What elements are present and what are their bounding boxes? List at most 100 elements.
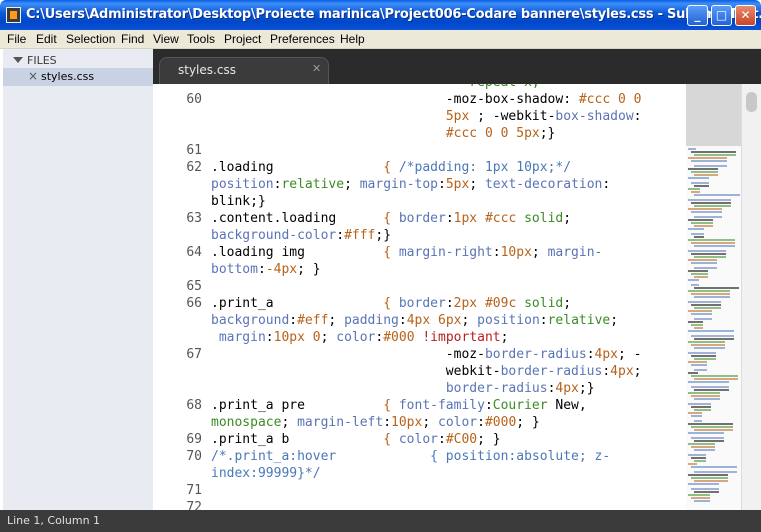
minimap-line <box>688 228 704 230</box>
menu-view[interactable]: View <box>153 32 179 46</box>
minimap-line <box>694 245 735 247</box>
code-token: color <box>398 432 438 447</box>
code-token: text-decoration <box>484 177 603 192</box>
minimize-button[interactable]: _ <box>687 5 708 26</box>
code-token: { <box>304 398 399 413</box>
code-editor[interactable]: repeat x; 60 -moz-box-shadow: #ccc 0 0 5p… <box>153 84 761 510</box>
file-close-icon[interactable]: × <box>28 69 38 83</box>
code-line[interactable]: monospace; margin-left:10px; color:#000;… <box>153 415 686 432</box>
menu-preferences[interactable]: Preferences <box>270 32 335 46</box>
menu-bar: File Edit Selection Find View Tools Proj… <box>0 30 761 49</box>
line-number: 68 <box>186 398 202 413</box>
code-line[interactable]: index:99999}*/ <box>153 466 686 483</box>
minimap-line <box>688 321 703 323</box>
code-line[interactable]: webkit-border-radius:4px; <box>153 364 686 381</box>
code-token: .print_a <box>211 296 274 311</box>
minimap-line <box>694 327 703 329</box>
minimap-line <box>694 154 736 156</box>
code-line[interactable]: 70 /*.print_a:hover { position:absolute; … <box>153 449 686 466</box>
sidebar-file-item[interactable]: × styles.css <box>3 68 153 86</box>
code-line[interactable]: 61 <box>153 143 686 160</box>
files-header: FILES <box>27 54 57 67</box>
code-line[interactable]: 67 -moz-border-radius:4px; - <box>153 347 686 364</box>
code-line[interactable]: 64 .loading img { margin-right:10px; marg… <box>153 245 686 262</box>
menu-project[interactable]: Project <box>224 32 261 46</box>
menu-tools[interactable]: Tools <box>187 32 215 46</box>
title-bar[interactable]: C:\Users\Administrator\Desktop\Proiecte … <box>0 0 761 30</box>
code-token: .print_a pre <box>211 398 305 413</box>
code-line[interactable]: 68 .print_a pre { font-family:Courier New… <box>153 398 686 415</box>
minimap-line <box>694 174 718 176</box>
code-token: monospace <box>211 415 282 430</box>
line-number: 67 <box>186 347 202 362</box>
code-token: ; <box>320 330 337 345</box>
minimap-viewport[interactable] <box>686 84 741 146</box>
code-token: margin-top <box>359 177 439 192</box>
menu-find[interactable]: Find <box>121 32 144 46</box>
code-line[interactable]: border-radius:4px;} <box>153 381 686 398</box>
code-token: -moz-box-shadow: <box>211 92 579 107</box>
close-button[interactable]: ✕ <box>735 5 756 26</box>
code-token: 4px <box>555 381 579 396</box>
minimap-line <box>691 497 710 499</box>
code-token: !important <box>422 330 501 345</box>
code-text: background-color:#fff;} <box>211 228 391 243</box>
code-token: font-family <box>398 398 485 413</box>
code-line[interactable]: #ccc 0 0 5px;} <box>153 126 686 143</box>
menu-selection[interactable]: Selection <box>66 32 115 46</box>
code-line[interactable]: margin:10px 0; color:#000 !important; <box>153 330 686 347</box>
code-line[interactable]: 71 <box>153 483 686 500</box>
status-bar: Line 1, Column 1 <box>0 510 761 532</box>
maximize-button[interactable]: □ <box>711 5 732 26</box>
menu-help[interactable]: Help <box>340 32 365 46</box>
code-token: 2px #09c <box>453 296 517 311</box>
code-line[interactable]: blink;} <box>153 194 686 211</box>
code-line[interactable]: position:relative; margin-top:5px; text-… <box>153 177 686 194</box>
code-token: ; <box>281 415 298 430</box>
code-token: { <box>289 432 399 447</box>
code-line[interactable]: 63 .content.loading { border:1px #ccc sol… <box>153 211 686 228</box>
line-number: 71 <box>186 483 202 498</box>
minimap-line <box>688 148 696 150</box>
code-token: position <box>211 177 274 192</box>
code-token: ; } <box>297 262 321 277</box>
code-line[interactable]: 66 .print_a { border:2px #09c solid; <box>153 296 686 313</box>
code-token: ; <box>344 177 360 192</box>
code-token: 5px <box>445 109 470 124</box>
vertical-scrollbar[interactable] <box>741 84 761 510</box>
scrollbar-thumb[interactable] <box>746 92 757 112</box>
minimap-line <box>694 480 728 482</box>
code-token: border-radius <box>445 381 548 396</box>
sublime-app-icon <box>6 7 21 23</box>
code-line[interactable]: 69 .print_a b { color:#C00; } <box>153 432 686 449</box>
code-token: color <box>438 415 478 430</box>
minimap-line <box>694 471 737 473</box>
minimap-line <box>688 188 700 190</box>
code-token: : <box>445 211 454 226</box>
code-line[interactable]: 62 .loading { /*padding: 1px 10px;*/ <box>153 160 686 177</box>
minimap-line <box>694 165 727 167</box>
code-line[interactable]: 72 <box>153 500 686 510</box>
code-token: ; <box>563 211 572 226</box>
code-token: ; -webkit- <box>469 109 556 124</box>
collapse-triangle-icon[interactable] <box>13 57 23 63</box>
code-line[interactable]: 60 -moz-box-shadow: #ccc 0 0 <box>153 92 686 109</box>
menu-edit[interactable]: Edit <box>36 32 57 46</box>
code-token: position <box>477 313 540 328</box>
code-token: ; } <box>516 415 540 430</box>
code-token: box-shadow <box>555 109 634 124</box>
tab-close-icon[interactable]: ✕ <box>312 62 321 75</box>
code-line[interactable]: 5px ; -webkit-box-shadow: <box>153 109 686 126</box>
code-line[interactable]: bottom:-4px; } <box>153 262 686 279</box>
code-line[interactable]: 65 <box>153 279 686 296</box>
minimap-line <box>688 199 731 201</box>
line-number: 61 <box>186 143 202 158</box>
code-line[interactable]: repeat x; <box>153 84 686 92</box>
menu-file[interactable]: File <box>7 32 26 46</box>
tab-styles-css[interactable]: styles.css ✕ <box>159 57 329 84</box>
code-line[interactable]: background:#eff; padding:4px 6px; positi… <box>153 313 686 330</box>
code-line[interactable]: background-color:#fff;} <box>153 228 686 245</box>
minimap[interactable] <box>686 84 741 510</box>
